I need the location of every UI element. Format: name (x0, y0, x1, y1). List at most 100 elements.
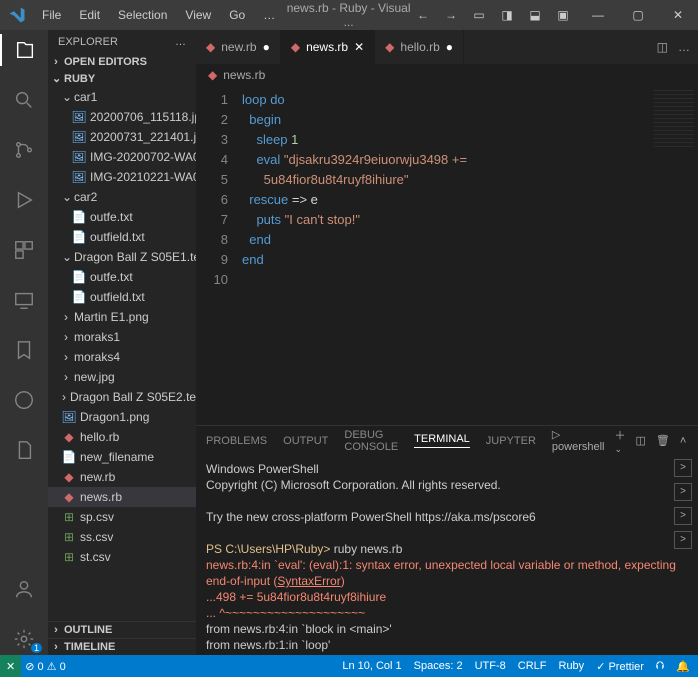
layout-panel-icon[interactable]: ▭ (470, 8, 488, 22)
status-prettier[interactable]: ✓ Prettier (596, 660, 644, 673)
file-tree-item[interactable]: ›new.jpg (48, 367, 196, 387)
menu-more[interactable]: … (255, 4, 283, 26)
close-tab-icon[interactable]: ✕ (354, 40, 364, 54)
breadcrumb-file[interactable]: news.rb (223, 68, 265, 82)
timeline-section[interactable]: ›TIMELINE (48, 638, 196, 655)
sidebar-more-icon[interactable]: … (175, 36, 186, 48)
panel-terminal[interactable]: TERMINAL (414, 433, 470, 448)
activity-extensions-icon[interactable] (0, 234, 48, 266)
nav-fwd-icon[interactable]: → (442, 8, 460, 22)
tab-new-rb[interactable]: ◆new.rb● (196, 30, 281, 64)
panel-problems[interactable]: PROBLEMS (206, 435, 267, 447)
file-tree-item[interactable]: 📄outfield.txt (48, 287, 196, 307)
chevron-icon: ⌄ (62, 190, 70, 204)
file-tree-item[interactable]: ⌄Dragon Ball Z S05E1.text (48, 247, 196, 267)
file-tree-item[interactable]: ⌄car2 (48, 187, 196, 207)
activity-explorer-icon[interactable] (0, 34, 48, 66)
status-spaces[interactable]: Spaces: 2 (414, 660, 463, 672)
file-tree-item[interactable]: 📄outfe.txt (48, 267, 196, 287)
layout-side-icon[interactable]: ◨ (498, 8, 516, 22)
activity-bookmark-icon[interactable] (0, 334, 48, 366)
editor-more-icon[interactable]: … (678, 40, 690, 54)
terminal-kill-icon[interactable]: 🗑 (656, 434, 670, 447)
terminal-side-icon[interactable]: > (674, 507, 692, 525)
nav-back-icon[interactable]: ← (414, 8, 432, 22)
minimap[interactable] (654, 90, 694, 150)
terminal-shell-picker[interactable]: ▷ powershell (552, 428, 605, 453)
activity-github-icon[interactable] (0, 384, 48, 416)
open-editors-section[interactable]: ›OPEN EDITORS (48, 54, 196, 70)
status-language[interactable]: Ruby (559, 660, 585, 672)
file-tree-item[interactable]: 🖼20200731_221401.jpg (48, 127, 196, 147)
file-tree-item[interactable]: ›moraks4 (48, 347, 196, 367)
file-tree-item[interactable]: ›moraks1 (48, 327, 196, 347)
activity-search-icon[interactable] (0, 84, 48, 116)
activity-remote-icon[interactable] (0, 284, 48, 316)
layout-customize-icon[interactable]: ▣ (554, 8, 572, 22)
chevron-icon: › (62, 370, 70, 384)
file-tree-item[interactable]: ◆news.rb (48, 487, 196, 507)
status-errors[interactable]: ⊘ 0 ⚠ 0 (25, 660, 65, 673)
file-tree-item[interactable]: ⌄car1 (48, 87, 196, 107)
status-feedback-icon[interactable]: ⮉ (656, 660, 664, 673)
txt-file-icon: 📄 (62, 450, 76, 464)
panel-output[interactable]: OUTPUT (283, 435, 328, 447)
menu-selection[interactable]: Selection (110, 4, 175, 26)
activity-run-debug-icon[interactable] (0, 184, 48, 216)
status-bell-icon[interactable]: 🔔 (676, 660, 690, 673)
activity-account-icon[interactable] (0, 573, 48, 605)
file-tree-item[interactable]: 📄outfe.txt (48, 207, 196, 227)
file-tree-item[interactable]: ⊞st.csv (48, 547, 196, 567)
tab-news-rb[interactable]: ◆news.rb✕ (281, 30, 375, 64)
outline-section[interactable]: ›OUTLINE (48, 621, 196, 638)
file-tree-item[interactable]: ◆hello.rb (48, 427, 196, 447)
menu-go[interactable]: Go (221, 4, 253, 26)
panel-debug-console[interactable]: DEBUG CONSOLE (344, 429, 398, 453)
file-tree-item[interactable]: 🖼Dragon1.png (48, 407, 196, 427)
menu-view[interactable]: View (177, 4, 219, 26)
panel-jupyter[interactable]: JUPYTER (486, 435, 536, 447)
file-tree-item[interactable]: 🖼IMG-20210221-WA0... (48, 167, 196, 187)
status-line-col[interactable]: Ln 10, Col 1 (342, 660, 401, 672)
tab-hello-rb[interactable]: ◆hello.rb● (375, 30, 464, 64)
file-tree-item[interactable]: ◆new.rb (48, 467, 196, 487)
terminal[interactable]: > > > > Windows PowerShell Copyright (C)… (196, 455, 698, 655)
terminal-side-icon[interactable]: > (674, 531, 692, 549)
file-tree-item[interactable]: 📄outfield.txt (48, 227, 196, 247)
menu-file[interactable]: File (34, 4, 69, 26)
layout-bottom-icon[interactable]: ⬓ (526, 8, 544, 22)
terminal-side-icon[interactable]: > (674, 459, 692, 477)
file-tree-item[interactable]: 📄new_filename (48, 447, 196, 467)
file-tree-item[interactable]: ⊞ss.csv (48, 527, 196, 547)
img-file-icon: 🖼 (72, 150, 86, 164)
status-eol[interactable]: CRLF (518, 660, 547, 672)
txt-file-icon: 📄 (72, 290, 86, 304)
editor[interactable]: 12345678910 loop do begin sleep 1 eval "… (196, 86, 698, 425)
folder-root[interactable]: ⌄RUBY (48, 70, 196, 87)
rb-file-icon: ◆ (62, 470, 76, 484)
activity-file-icon[interactable] (0, 434, 48, 466)
panel-split-icon[interactable]: ◫ (636, 434, 646, 447)
txt-file-icon: 📄 (72, 210, 86, 224)
file-tree-item[interactable]: ⊞sp.csv (48, 507, 196, 527)
file-tree-item[interactable]: 🖼IMG-20200702-WA0... (48, 147, 196, 167)
activity-source-control-icon[interactable] (0, 134, 48, 166)
gutter: 12345678910 (196, 86, 242, 425)
terminal-side-icon[interactable]: > (674, 483, 692, 501)
terminal-add-icon[interactable]: ＋⌄ (615, 427, 626, 455)
max-window-icon[interactable]: ▢ (618, 0, 658, 30)
min-window-icon[interactable]: ― (578, 0, 618, 30)
close-window-icon[interactable]: ✕ (658, 0, 698, 30)
file-tree-item[interactable]: ›Dragon Ball Z S05E2.text (48, 387, 196, 407)
status-remote[interactable]: ✕ (0, 655, 21, 677)
panel-maximize-icon[interactable]: ˄ (680, 435, 686, 447)
file-tree-item[interactable]: ›Martin E1.png (48, 307, 196, 327)
menu-edit[interactable]: Edit (71, 4, 108, 26)
editor-split-icon[interactable]: ◫ (657, 40, 668, 54)
status-encoding[interactable]: UTF-8 (475, 660, 506, 672)
csv-file-icon: ⊞ (62, 550, 76, 564)
activity-settings-icon[interactable]: 1 (0, 623, 48, 655)
file-tree-item[interactable]: 🖼20200706_115118.jpg (48, 107, 196, 127)
code-area[interactable]: loop do begin sleep 1 eval "djsakru3924r… (242, 86, 698, 425)
img-file-icon: 🖼 (72, 170, 86, 184)
